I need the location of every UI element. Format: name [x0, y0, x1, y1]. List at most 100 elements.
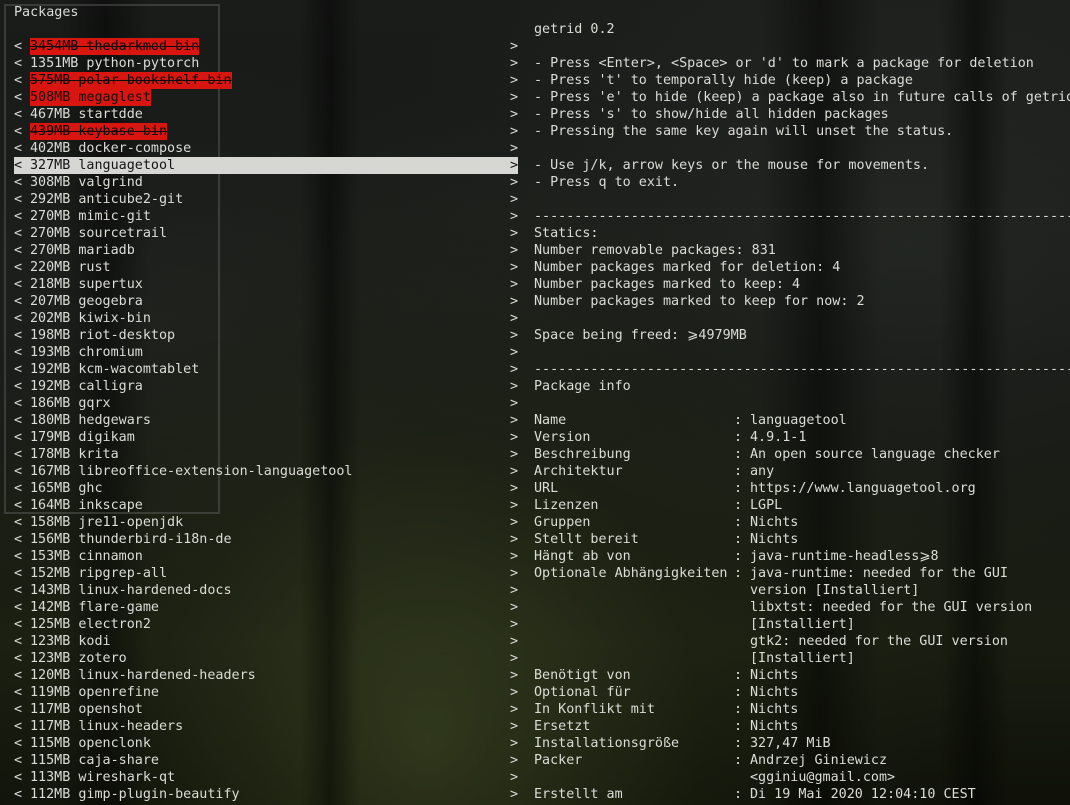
divider: ----------------------------------------… [534, 362, 1070, 377]
info-value: [Installiert] [750, 617, 855, 632]
info-value: 4.9.1-1 [750, 430, 807, 445]
package-row[interactable]: <120MB linux-hardened-headers > [14, 667, 518, 684]
row-right-marker: > [509, 90, 518, 105]
package-row[interactable]: <467MB startdde > [14, 106, 518, 123]
info-row: Optional für: Nichts [534, 684, 1070, 701]
info-value: [Installiert] [750, 651, 855, 666]
package-label: 156MB thunderbird-i18n-de [30, 532, 232, 547]
package-row[interactable]: <270MB mariadb > [14, 242, 518, 259]
package-row[interactable]: <152MB ripgrep-all > [14, 565, 518, 582]
package-label: 220MB rust [30, 260, 111, 275]
package-label: 308MB valgrind [30, 175, 143, 190]
package-row[interactable]: <115MB caja-share > [14, 752, 518, 769]
package-row[interactable]: <142MB flare-game > [14, 599, 518, 616]
package-label: 123MB kodi [30, 634, 111, 649]
package-row[interactable]: <143MB linux-hardened-docs > [14, 582, 518, 599]
package-row[interactable]: <112MB gimp-plugin-beautify > [14, 786, 518, 803]
row-left-marker: < [14, 668, 23, 683]
package-row[interactable]: <270MB mimic-git > [14, 208, 518, 225]
package-row[interactable]: <402MB docker-compose > [14, 140, 518, 157]
package-label: 3454MB thedarkmod-bin [30, 38, 200, 55]
row-left-marker: < [14, 481, 23, 496]
package-row[interactable]: <308MB valgrind > [14, 174, 518, 191]
package-row[interactable]: <1351MB python-pytorch > [14, 55, 518, 72]
row-left-marker: < [14, 685, 23, 700]
package-row[interactable]: <193MB chromium > [14, 344, 518, 361]
row-right-marker: > [509, 787, 518, 802]
info-key: Stellt bereit [534, 532, 639, 547]
info-key: Beschreibung [534, 447, 631, 462]
row-right-marker: > [509, 396, 518, 411]
package-row[interactable]: <218MB supertux > [14, 276, 518, 293]
package-row[interactable]: <115MB openclonk > [14, 735, 518, 752]
package-row[interactable]: <207MB geogebra > [14, 293, 518, 310]
info-row: Ersetzt: Nichts [534, 718, 1070, 735]
package-row[interactable]: <117MB linux-headers > [14, 718, 518, 735]
package-row[interactable]: <508MB megaglest > [14, 89, 518, 106]
package-label: 125MB electron2 [30, 617, 151, 632]
package-row[interactable]: <292MB anticube2-git > [14, 191, 518, 208]
row-right-marker: > [509, 770, 518, 785]
package-row[interactable]: <167MB libreoffice-extension-languagetoo… [14, 463, 518, 480]
row-left-marker: < [14, 379, 23, 394]
package-row[interactable]: <180MB hedgewars > [14, 412, 518, 429]
package-row[interactable]: <123MB zotero > [14, 650, 518, 667]
info-value: java-runtime-headless⩾8 [750, 549, 939, 564]
info-row: Optionale Abhängigkeiten: java-runtime: n… [534, 565, 1070, 582]
package-row[interactable]: <156MB thunderbird-i18n-de > [14, 531, 518, 548]
info-key: In Konflikt mit [534, 702, 655, 717]
package-row[interactable]: <327MB languagetool > [14, 157, 518, 174]
package-row[interactable]: <575MB polar-bookshelf-bin > [14, 72, 518, 89]
divider: ----------------------------------------… [534, 209, 1070, 224]
row-left-marker: < [14, 328, 23, 343]
package-row[interactable]: <198MB riot-desktop > [14, 327, 518, 344]
row-left-marker: < [14, 107, 23, 122]
info-separator: : [734, 464, 743, 479]
statics-section: Number removable packages: 831 Number pac… [534, 242, 1070, 310]
package-label: 165MB ghc [30, 481, 103, 496]
package-row[interactable]: <117MB openshot > [14, 701, 518, 718]
info-separator: : [734, 549, 743, 564]
package-row[interactable]: <125MB electron2 > [14, 616, 518, 633]
row-left-marker: < [14, 787, 23, 802]
info-key: Optional für [534, 685, 631, 700]
package-row[interactable]: <202MB kiwix-bin > [14, 310, 518, 327]
package-row[interactable]: <439MB keybase-bin > [14, 123, 518, 140]
row-right-marker: > [509, 362, 518, 377]
package-label: 113MB wireshark-qt [30, 770, 176, 785]
package-row[interactable]: <158MB jre11-openjdk > [14, 514, 518, 531]
info-row: Erstellt am: Di 19 Mai 2020 12:04:10 CEST [534, 786, 1070, 803]
package-row[interactable]: <113MB wireshark-qt > [14, 769, 518, 786]
package-row[interactable]: <186MB gqrx > [14, 395, 518, 412]
navigation-help-section: - Use j/k, arrow keys or the mouse for m… [534, 157, 1070, 191]
row-right-marker: > [509, 141, 518, 156]
package-row[interactable]: <153MB cinnamon > [14, 548, 518, 565]
packages-list[interactable]: <3454MB thedarkmod-bin > <1351MB python-py… [14, 38, 518, 803]
info-key: Lizenzen [534, 498, 599, 513]
package-row[interactable]: <119MB openrefine > [14, 684, 518, 701]
package-row[interactable]: <3454MB thedarkmod-bin > [14, 38, 518, 55]
package-row[interactable]: <270MB sourcetrail > [14, 225, 518, 242]
row-right-marker: > [509, 311, 518, 326]
row-left-marker: < [14, 345, 23, 360]
info-key: Architektur [534, 464, 623, 479]
package-row[interactable]: <178MB krita > [14, 446, 518, 463]
package-row[interactable]: <192MB calligra > [14, 378, 518, 395]
info-separator: : [734, 566, 743, 581]
info-separator: : [734, 753, 743, 768]
info-value: https://www.languagetool.org [750, 481, 976, 496]
info-row: Name: languagetool [534, 412, 1070, 429]
statics-line: Number packages marked to keep: 4 [534, 277, 801, 292]
package-row[interactable]: <179MB digikam > [14, 429, 518, 446]
info-value: version [Installiert] [750, 583, 920, 598]
info-value: libxtst: needed for the GUI version [750, 600, 1033, 615]
row-right-marker: > [509, 651, 518, 666]
package-row[interactable]: <164MB inkscape > [14, 497, 518, 514]
package-row[interactable]: <220MB rust > [14, 259, 518, 276]
info-key: Version [534, 430, 591, 445]
package-row[interactable]: <123MB kodi > [14, 633, 518, 650]
package-row[interactable]: <192MB kcm-wacomtablet > [14, 361, 518, 378]
info-row: version [Installiert] [534, 582, 1070, 599]
package-row[interactable]: <165MB ghc > [14, 480, 518, 497]
